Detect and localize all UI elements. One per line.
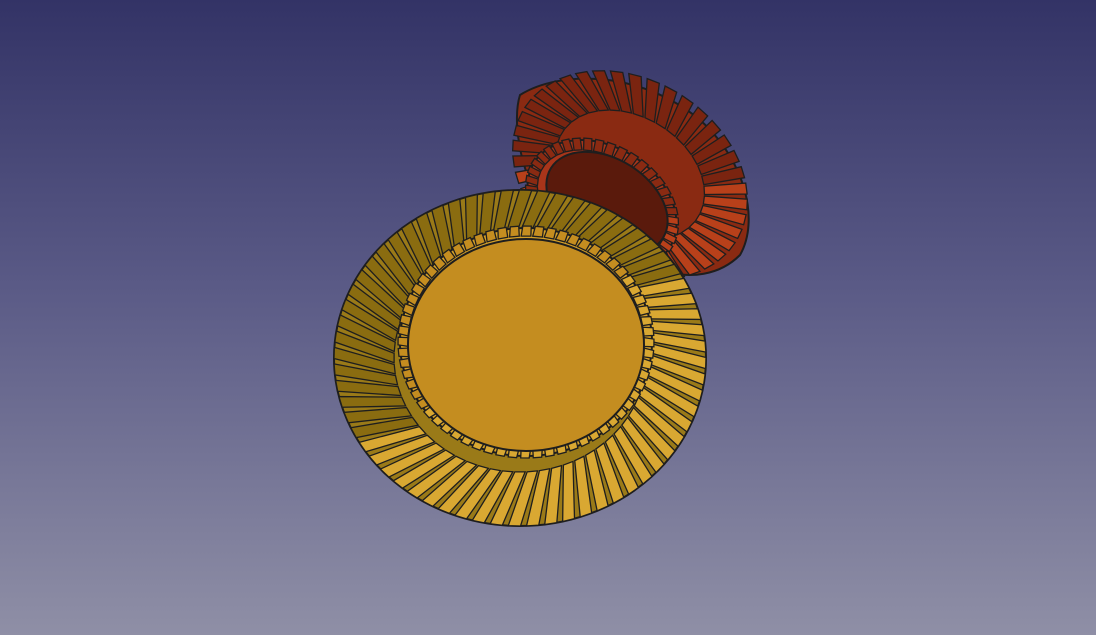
gear-tooth	[571, 137, 583, 151]
gear-tooth	[582, 137, 593, 152]
3d-viewport[interactable]	[0, 0, 1096, 635]
gear-tooth	[397, 325, 410, 337]
gear-tooth	[338, 395, 407, 408]
gear-tooth	[485, 228, 498, 243]
gear-tooth	[497, 226, 509, 240]
gear-tooth	[531, 225, 545, 238]
gear-tooth	[562, 460, 576, 523]
gear-tooth	[520, 225, 532, 237]
gear-scene	[333, 70, 750, 527]
gear-tooth	[642, 326, 655, 337]
large-bevel-gear[interactable]	[333, 189, 707, 527]
gear-tooth	[508, 225, 520, 238]
gear-tooth	[643, 336, 655, 348]
large-gear-face	[407, 238, 645, 452]
gear-tooth	[592, 138, 605, 154]
gear-tooth	[397, 336, 409, 348]
